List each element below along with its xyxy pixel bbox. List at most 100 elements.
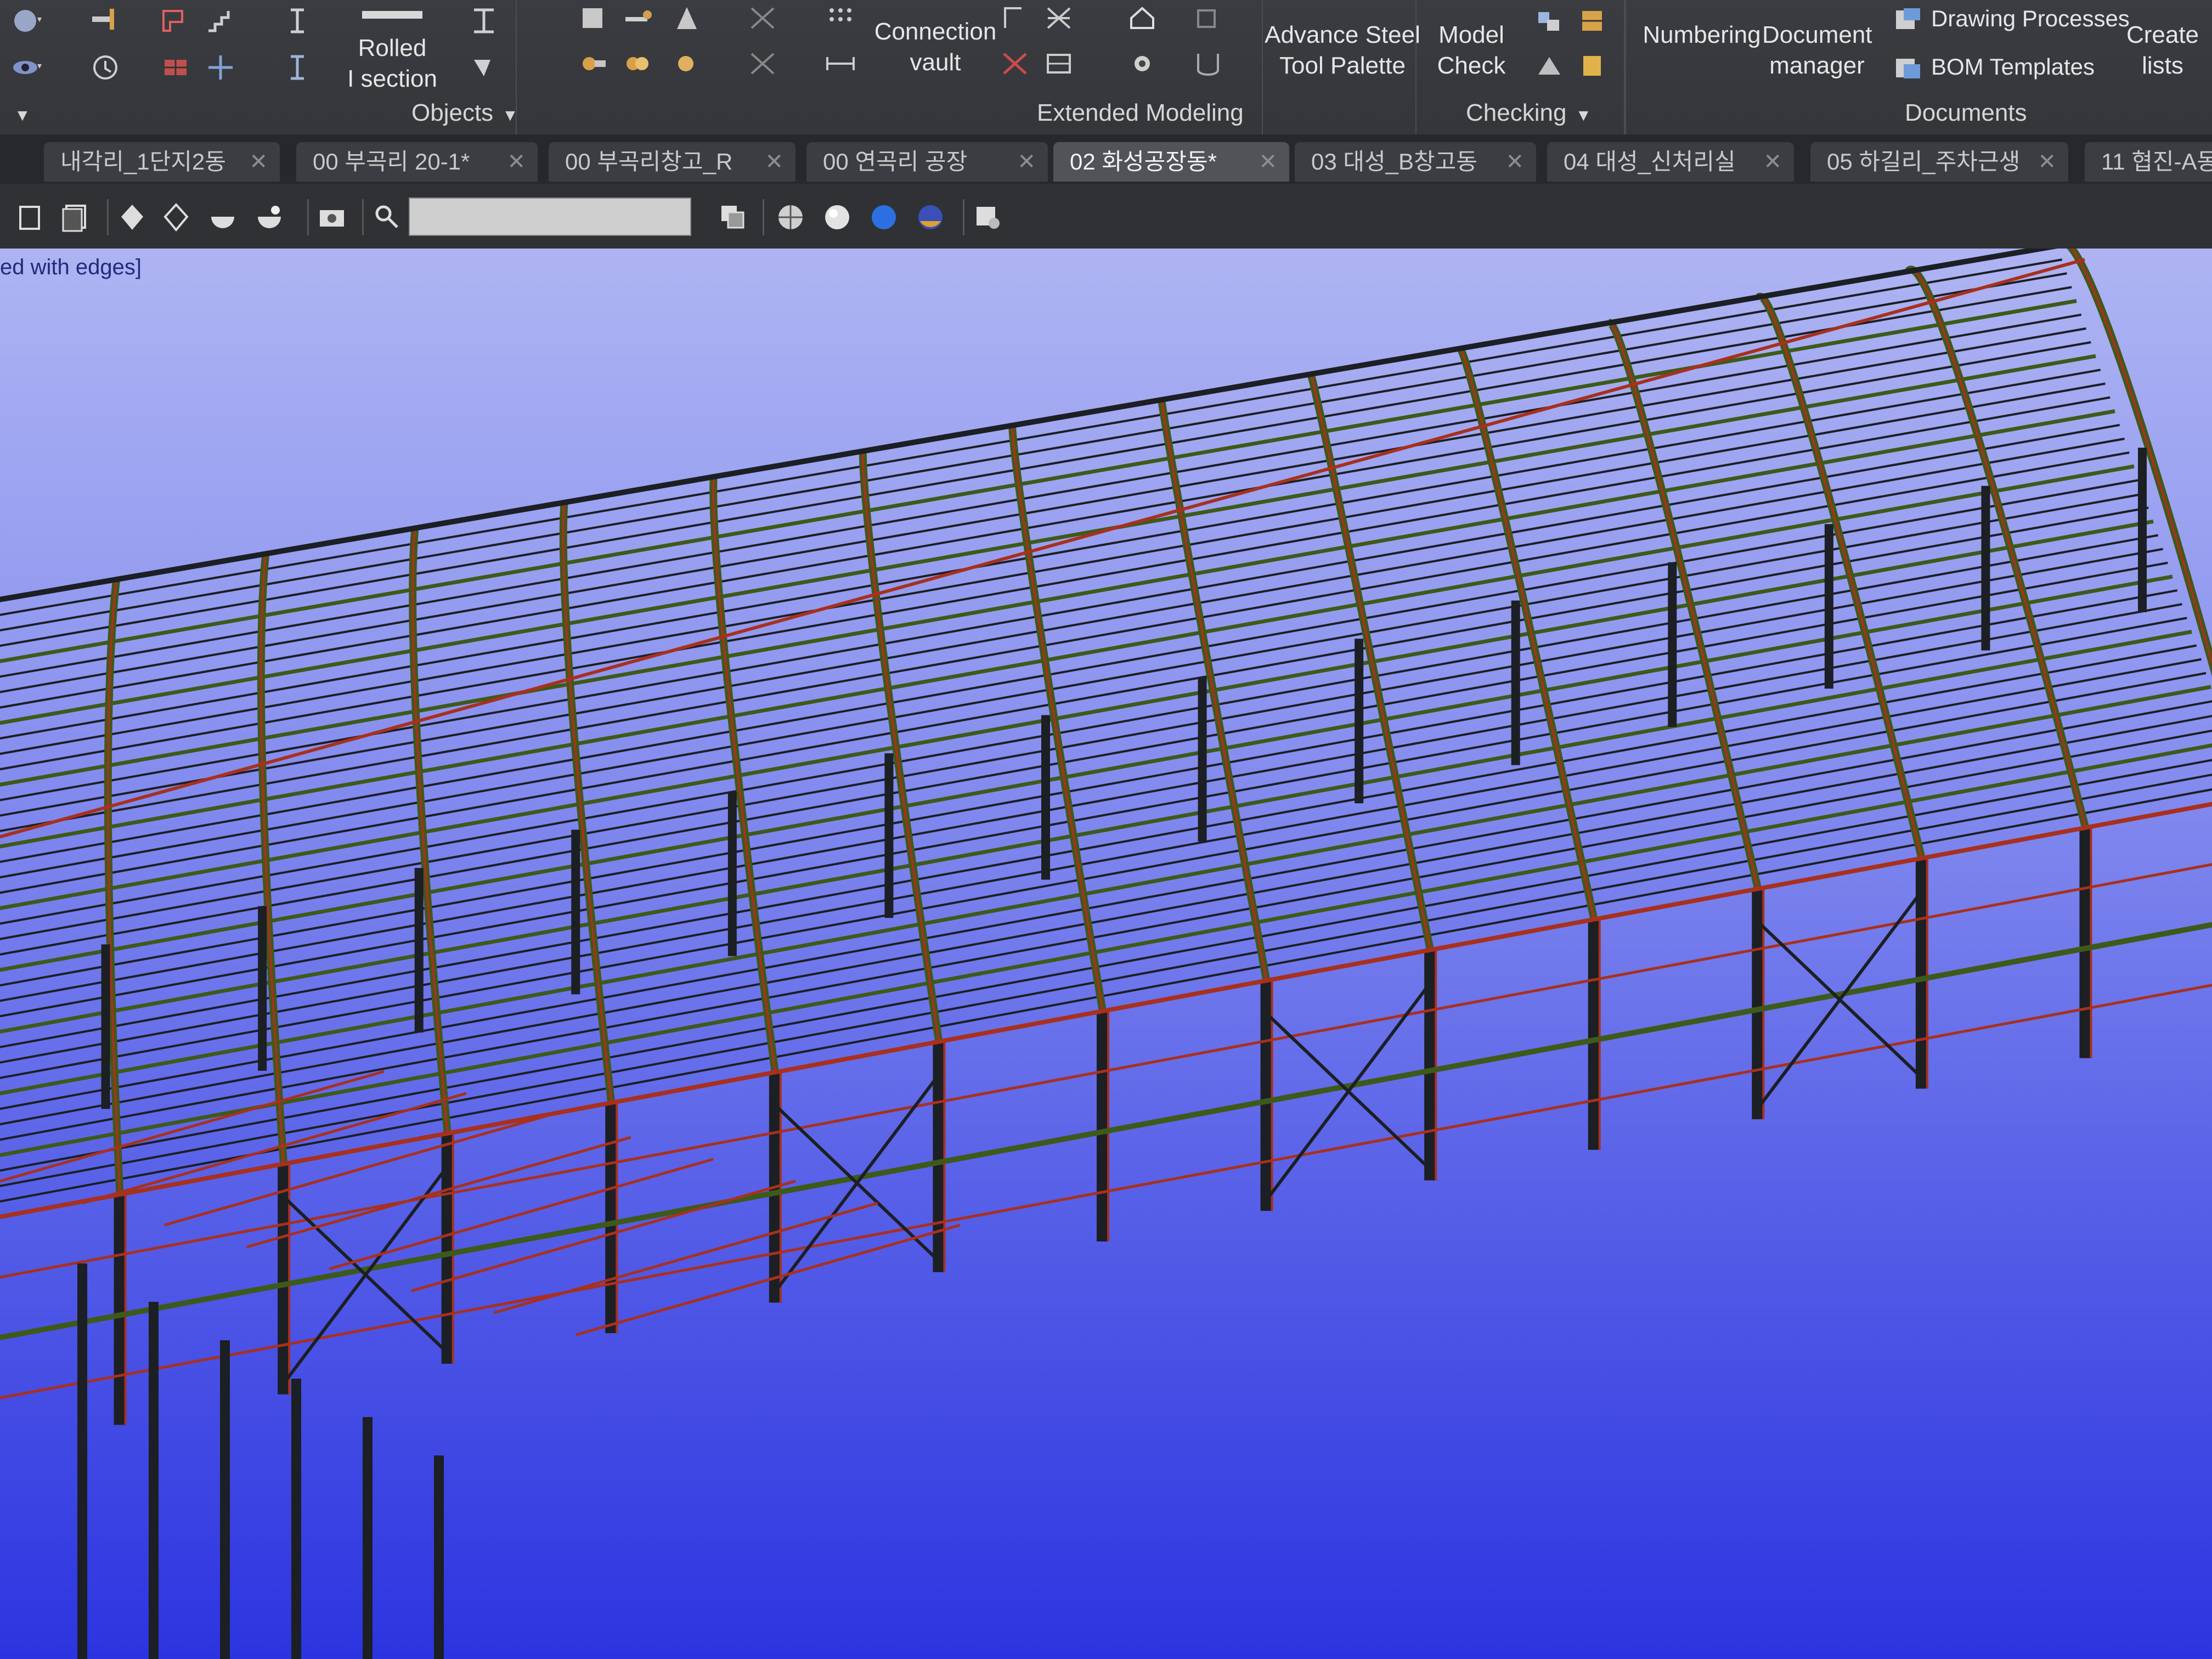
tab-label: 02 화성공장동*: [1070, 149, 1217, 174]
model-check-label: Model Check: [1437, 21, 1506, 79]
copy-icon[interactable]: [14, 200, 48, 234]
documents-panel-label: Documents: [1905, 99, 2027, 126]
stair-icon[interactable]: [203, 5, 238, 36]
document-manager-button[interactable]: Document manager: [1762, 20, 1872, 81]
material-icon[interactable]: [820, 200, 854, 234]
annex-beam: [164, 1114, 549, 1227]
steel-frame-model: [0, 249, 2212, 1659]
box-icon[interactable]: [576, 3, 611, 33]
cross-joint-icon[interactable]: [1042, 3, 1077, 33]
plate-icon[interactable]: [159, 5, 194, 36]
toolbar-separator: [362, 199, 364, 235]
paste-icon[interactable]: [58, 200, 92, 234]
pattern-icon[interactable]: [746, 3, 781, 33]
drawing-processes-button[interactable]: Drawing Processes: [1894, 5, 2130, 33]
close-icon[interactable]: ✕: [249, 142, 268, 182]
toolbar-separator: [307, 199, 309, 235]
bracing-icon[interactable]: [998, 48, 1034, 79]
anchor-icon[interactable]: [620, 48, 655, 79]
view-toolbar: [0, 184, 2212, 250]
grating-icon[interactable]: [159, 52, 194, 83]
column-icon[interactable]: [280, 5, 315, 36]
tab-document-1[interactable]: 내각리_1단지2동 ✕: [44, 142, 280, 182]
ibeam-icon[interactable]: [466, 5, 501, 36]
shear-stud-icon[interactable]: [669, 48, 704, 79]
close-icon[interactable]: ✕: [1259, 142, 1277, 182]
bom-templates-icon: [1896, 58, 1920, 78]
bolt-icon[interactable]: [576, 48, 611, 79]
house-icon[interactable]: [1125, 3, 1160, 33]
tab-label: 04 대성_신처리실: [1564, 149, 1736, 174]
render-icon[interactable]: [971, 200, 1005, 234]
tab-document-6[interactable]: 03 대성_B창고동 ✕: [1295, 142, 1536, 182]
checking-panel-label[interactable]: Checking ▼: [1466, 99, 1592, 127]
globe-icon[interactable]: [774, 200, 808, 234]
audit-icon[interactable]: [1576, 50, 1611, 81]
collision-icon[interactable]: [1532, 50, 1567, 81]
bom-templates-button[interactable]: BOM Templates: [1894, 54, 2095, 82]
tab-document-4[interactable]: 00 연곡리 공장 ✕: [806, 142, 1048, 182]
hidden-line-icon[interactable]: [206, 200, 240, 234]
close-icon[interactable]: ✕: [765, 142, 783, 182]
document-manager-label: Document manager: [1762, 21, 1872, 79]
layers-icon[interactable]: [716, 200, 750, 234]
blue-sphere-icon[interactable]: [867, 200, 901, 234]
tab-document-8[interactable]: 05 하길리_주차근생 ✕: [1810, 142, 2068, 182]
search-input[interactable]: [409, 198, 691, 236]
search-icon[interactable]: [370, 200, 404, 234]
structure-check-icon[interactable]: [1576, 5, 1611, 36]
tab-document-7[interactable]: 04 대성_신처리실 ✕: [1547, 142, 1794, 182]
tab-document-9[interactable]: 11 협진-A동: [2085, 142, 2212, 182]
joint-icon[interactable]: [998, 3, 1034, 33]
annex-beam: [493, 1201, 878, 1314]
tab-document-2[interactable]: 00 부곡리 20-1* ✕: [296, 142, 538, 182]
close-icon[interactable]: ✕: [1017, 142, 1036, 182]
close-icon[interactable]: ✕: [2038, 142, 2056, 182]
pattern-grid-icon[interactable]: [746, 48, 781, 79]
model-viewport[interactable]: ed with edges]: [0, 249, 2212, 1659]
wireframe-icon[interactable]: [159, 200, 193, 234]
camera-icon[interactable]: [1125, 48, 1160, 79]
weld-icon[interactable]: [466, 52, 501, 83]
objects-panel-label[interactable]: Objects ▼: [411, 99, 518, 127]
close-icon[interactable]: ✕: [507, 142, 526, 182]
clash-check-icon[interactable]: [1532, 5, 1567, 36]
numbering-button[interactable]: Numbering: [1641, 20, 1762, 50]
create-lists-button[interactable]: Create lists: [2119, 20, 2207, 81]
annex-beam: [411, 1180, 796, 1293]
sphere-icon[interactable]: [11, 5, 46, 36]
cone-icon[interactable]: [669, 3, 704, 33]
document-tab-bar: 내각리_1단지2동 ✕ 00 부곡리 20-1* ✕ 00 부곡리창고_R ✕ 00 …: [0, 134, 2212, 184]
tube-icon[interactable]: [620, 3, 655, 33]
section-icon[interactable]: [1190, 48, 1226, 79]
tool-palette-button[interactable]: Advance Steel Tool Palette: [1263, 20, 1422, 81]
close-icon[interactable]: ✕: [1763, 142, 1782, 182]
panel-expander-icon[interactable]: ▼: [5, 99, 31, 127]
camera-view-icon[interactable]: [315, 200, 349, 234]
dots-grid-icon[interactable]: [823, 3, 858, 33]
realistic-icon[interactable]: [252, 200, 286, 234]
model-check-button[interactable]: Model Check: [1427, 20, 1515, 81]
dimension-icon[interactable]: [823, 48, 858, 79]
view-cube-icon[interactable]: [1190, 3, 1226, 33]
tool-palette-label: Advance Steel Tool Palette: [1265, 21, 1420, 79]
close-icon[interactable]: ✕: [1505, 142, 1524, 182]
frame-icon[interactable]: [1042, 48, 1077, 79]
tab-label: 03 대성_B창고동: [1311, 149, 1477, 174]
toolbar-separator: [963, 199, 964, 235]
rolled-section-button[interactable]: Rolled I section: [329, 0, 455, 94]
shading-icon[interactable]: [115, 200, 149, 234]
column-section-icon[interactable]: [280, 52, 315, 83]
annex-beam: [82, 1092, 467, 1205]
eye-icon[interactable]: [11, 52, 46, 83]
tab-label: 내각리_1단지2동: [60, 149, 226, 174]
clock-icon[interactable]: [88, 52, 123, 83]
tab-label: 00 연곡리 공장: [823, 149, 968, 174]
beam-insert-icon[interactable]: [88, 5, 123, 36]
brace: [1756, 890, 1923, 1109]
tab-document-active[interactable]: 02 화성공장동* ✕: [1053, 142, 1289, 182]
connection-vault-button[interactable]: Connection vault: [856, 16, 1015, 78]
tab-document-3[interactable]: 00 부곡리창고_R ✕: [549, 142, 795, 182]
sun-sphere-icon[interactable]: [913, 200, 947, 234]
joist-icon[interactable]: [203, 52, 238, 83]
